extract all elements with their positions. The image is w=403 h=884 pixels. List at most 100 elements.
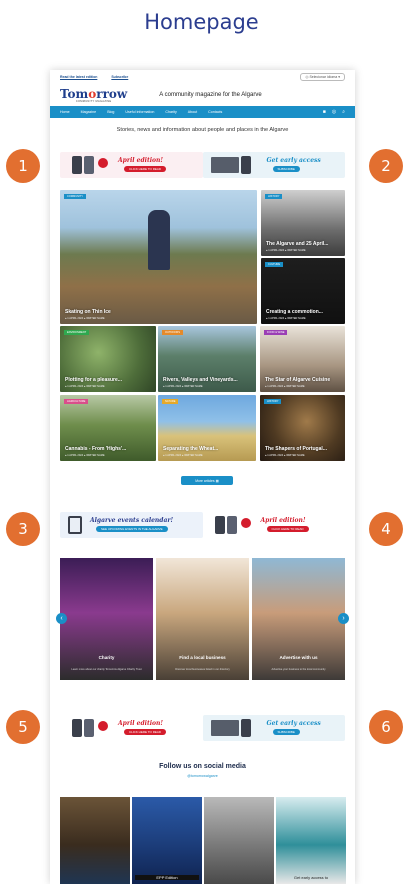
social-post[interactable]: EPP Edition [132, 797, 202, 884]
article-tag[interactable]: FOOD & WINE [264, 330, 288, 335]
article-title[interactable]: Separating the Wheat... [163, 446, 218, 452]
carnation-image [240, 518, 251, 528]
article-card[interactable]: HISTORY The Algarve and 25 April... ● 1 … [261, 190, 345, 256]
language-select[interactable]: ◎ Selecionar idioma ▾ [300, 73, 345, 81]
phone-image [84, 156, 94, 174]
article-tag[interactable]: HISTORY [265, 194, 283, 199]
social-post[interactable] [204, 797, 274, 884]
language-label: Selecionar idioma [309, 75, 338, 79]
grid-icon: ▦ [215, 478, 219, 483]
article-tag[interactable]: OUTDOORS [162, 330, 183, 335]
banner-row-1: April edition! CLICK HERE TO READ Get ea… [60, 152, 345, 178]
social-post[interactable]: Get early access to [276, 797, 346, 884]
carnation-image [98, 158, 108, 168]
carousel-title: Charity [98, 655, 115, 660]
article-tag[interactable]: CULTURE [265, 262, 284, 267]
nav-about[interactable]: About [188, 110, 197, 114]
social-handle-link[interactable]: @tomorrowalgarve [50, 774, 355, 778]
article-card[interactable]: AGRICULTURE Cannabis - From 'Highs'... ●… [60, 395, 156, 461]
early-access-banner-2[interactable]: Get early access SUBSCRIBE [202, 715, 345, 741]
carousel-title: Find a local business [179, 655, 226, 660]
article-card[interactable]: NATURE Separating the Wheat... ● 1 APRIL… [158, 395, 256, 461]
carousel-card-charity[interactable]: Charity Learn more about our charity Tom… [60, 558, 153, 680]
early-access-banner[interactable]: Get early access SUBSCRIBE [202, 152, 345, 178]
access-subscribe-button[interactable]: SUBSCRIBE [272, 166, 300, 172]
instagram-icon[interactable]: ◎ [332, 109, 336, 115]
article-title[interactable]: The Star of Algarve Cuisine [265, 377, 330, 383]
phone-image [84, 719, 94, 737]
marker-1: 1 [6, 149, 40, 183]
subscribe-link[interactable]: Subscribe [111, 75, 128, 79]
access-banner-title: Get early access [266, 720, 321, 727]
facebook-icon[interactable]: ■ [323, 109, 326, 115]
edition-read-button[interactable]: CLICK HERE TO READ [124, 166, 167, 172]
carousel-card-advertise[interactable]: Advertise with us Advertise your busines… [252, 558, 345, 680]
logo-text-1: Tom [60, 86, 89, 101]
article-title[interactable]: Rivers, Valleys and Vineyards... [163, 377, 238, 383]
article-card[interactable]: OUTDOORS Rivers, Valleys and Vineyards..… [158, 326, 256, 392]
article-meta: ● 1 APRIL 2024 ● WRITER NAME [266, 317, 306, 320]
carousel-prev-button[interactable]: ‹ [56, 613, 67, 624]
chevron-right-icon: › [342, 615, 345, 622]
page-heading: Homepage [144, 10, 259, 34]
homepage-mockup: Read the latest edition Subscribe ◎ Sele… [50, 70, 355, 884]
april-edition-banner-2[interactable]: April edition! CLICK HERE TO READ [202, 512, 345, 538]
phone-image [240, 719, 251, 737]
edition-banner-title: April edition! [260, 517, 306, 524]
edition-read-button[interactable]: CLICK HERE TO READ [124, 729, 167, 735]
article-card[interactable]: CULTURE Creating a commotion... ● 1 APRI… [261, 258, 345, 324]
article-title[interactable]: The Algarve and 25 April... [266, 241, 328, 247]
article-tag[interactable]: NATURE [162, 399, 179, 404]
april-edition-banner-3[interactable]: April edition! CLICK HERE TO READ [60, 715, 203, 741]
article-tag[interactable]: HISTORY [264, 399, 282, 404]
laptop-image [210, 720, 239, 736]
article-title[interactable]: The Shapers of Portugal... [265, 446, 327, 452]
marker-5: 5 [6, 710, 40, 744]
article-title[interactable]: Cannabis - From 'Highs'... [65, 446, 126, 452]
phone-image [226, 516, 237, 534]
marker-3: 3 [6, 512, 40, 546]
carousel-next-button[interactable]: › [338, 613, 349, 624]
phone-image [240, 156, 251, 174]
nav-charity[interactable]: Charity [165, 110, 176, 114]
article-card[interactable]: ENVIRONMENT Plotting for a pleasure... ●… [60, 326, 156, 392]
article-grid: COMMUNITY Skating on Thin Ice ● 1 APRIL … [60, 190, 345, 462]
nav-useful-information[interactable]: Useful information [125, 110, 154, 114]
more-articles-button[interactable]: More articles ▦ [181, 476, 233, 485]
article-tag[interactable]: AGRICULTURE [64, 399, 89, 404]
nav-magazine[interactable]: Magazine [81, 110, 97, 114]
tagline: A community magazine for the Algarve [159, 92, 262, 98]
article-card-featured[interactable]: COMMUNITY Skating on Thin Ice ● 1 APRIL … [60, 190, 257, 324]
article-tag[interactable]: COMMUNITY [64, 194, 86, 199]
banner-row-3: April edition! CLICK HERE TO READ Get ea… [60, 715, 345, 741]
edition-read-button[interactable]: CLICK HERE TO READ [266, 526, 309, 532]
edition-banner-title: April edition! [118, 157, 163, 164]
nav-contacts[interactable]: Contacts [208, 110, 222, 114]
logo-text-2: rrow [96, 86, 128, 101]
social-post[interactable] [60, 797, 130, 884]
search-icon[interactable]: ⌕ [342, 109, 345, 115]
article-title[interactable]: Skating on Thin Ice [65, 309, 111, 315]
site-logo[interactable]: Tomorrow COMMUNITY MAGAZINE [60, 88, 127, 103]
article-card[interactable]: HISTORY The Shapers of Portugal... ● 1 A… [260, 395, 345, 461]
article-card[interactable]: FOOD & WINE The Star of Algarve Cuisine … [260, 326, 345, 392]
carousel-card-business[interactable]: Find a local business Discover local bus… [156, 558, 249, 680]
events-button[interactable]: SEE UPCOMING EVENTS IN THE ALGARVE [96, 526, 168, 532]
skater-image [148, 210, 170, 270]
article-meta: ● 1 APRIL 2024 ● WRITER NAME [65, 454, 105, 457]
events-calendar-banner[interactable]: Algarve events calendar! SEE UPCOMING EV… [60, 512, 203, 538]
main-nav: Home Magazine Blog Useful information Ch… [50, 106, 355, 118]
latest-edition-link[interactable]: Read the latest edition [60, 75, 97, 79]
article-title[interactable]: Creating a commotion... [266, 309, 323, 315]
nav-blog[interactable]: Blog [107, 110, 114, 114]
article-title[interactable]: Plotting for a pleasure... [65, 377, 122, 383]
april-edition-banner[interactable]: April edition! CLICK HERE TO READ [60, 152, 203, 178]
article-tag[interactable]: ENVIRONMENT [64, 330, 90, 335]
nav-home[interactable]: Home [60, 110, 70, 114]
access-subscribe-button[interactable]: SUBSCRIBE [272, 729, 300, 735]
site-subtitle: Stories, news and information about peop… [116, 127, 289, 133]
social-feed: EPP Edition Get early access to [60, 797, 346, 884]
article-meta: ● 1 APRIL 2024 ● WRITER NAME [65, 385, 105, 388]
article-meta: ● 1 APRIL 2024 ● WRITER NAME [163, 454, 203, 457]
social-post-text: EPP Edition [135, 875, 199, 880]
